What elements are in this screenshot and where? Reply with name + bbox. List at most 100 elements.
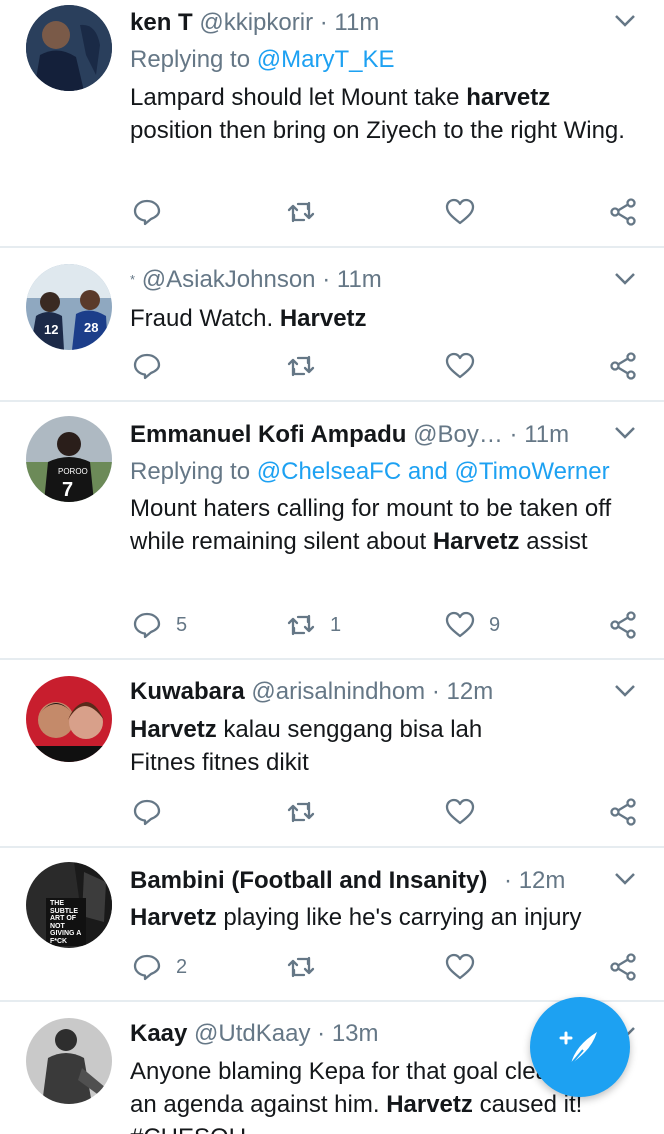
timestamp[interactable]: 12m — [519, 867, 566, 894]
highlighted-term: Harvetz — [279, 305, 367, 332]
user-handle[interactable]: @arisalnindhom — [251, 678, 425, 705]
avatar[interactable]: POROO 7 — [26, 416, 112, 502]
tweet-actions — [130, 351, 638, 381]
tweet-text: Harvetz playing like he's carrying an in… — [130, 901, 634, 934]
tweet-text: Mount haters calling for mount to be tak… — [130, 492, 634, 558]
tweet[interactable]: Kuwabara @arisalnindhom · 12m Harvetz ka… — [0, 660, 664, 848]
avatar[interactable] — [26, 1018, 112, 1104]
share-button[interactable] — [608, 952, 638, 982]
tweet-actions — [130, 197, 638, 227]
tweet-header: Emmanuel Kofi Ampadu @Boy… · 11m — [130, 420, 604, 450]
user-handle[interactable]: @kkipkorir — [199, 9, 313, 36]
timestamp[interactable]: 13m — [332, 1020, 379, 1047]
caret-down-icon[interactable] — [614, 14, 636, 28]
user-handle[interactable]: @UtdKaay — [194, 1020, 310, 1047]
separator-dot: · — [504, 867, 513, 894]
like-icon — [445, 198, 475, 225]
share-button[interactable] — [608, 797, 638, 827]
like-icon — [445, 798, 475, 825]
retweet-icon — [287, 614, 315, 636]
reply-button[interactable] — [132, 351, 176, 381]
display-name[interactable]: Kaay — [130, 1020, 187, 1047]
reply-icon — [133, 199, 161, 226]
retweet-button[interactable] — [286, 351, 330, 381]
retweet-button[interactable] — [286, 197, 330, 227]
retweet-button[interactable]: 1 — [286, 610, 341, 640]
share-button[interactable] — [608, 351, 638, 381]
reply-button[interactable]: 5 — [132, 610, 187, 640]
display-name[interactable]: Bambini (Football and Insanity) — [130, 867, 487, 894]
retweet-icon — [287, 201, 315, 223]
avatar[interactable]: THE SUBTLE ART OF NOT GIVING A F*CK — [26, 862, 112, 948]
reply-button[interactable]: 2 — [132, 952, 187, 982]
tweet-text-part: position then bring on Ziyech to the rig… — [130, 117, 625, 144]
tweet-text: Fraud Watch. Harvetz — [130, 302, 634, 335]
display-name[interactable]: * — [130, 272, 135, 287]
caret-down-icon[interactable] — [614, 872, 636, 886]
retweet-button[interactable] — [286, 797, 330, 827]
avatar[interactable] — [26, 676, 112, 762]
jersey-number: 12 — [44, 322, 58, 337]
reply-count: 5 — [176, 613, 188, 636]
tweet-text-part: Fraud Watch. — [130, 305, 280, 332]
timestamp[interactable]: 12m — [447, 678, 494, 705]
tweet[interactable]: THE SUBTLE ART OF NOT GIVING A F*CK Bamb… — [0, 848, 664, 1002]
avatar[interactable]: 12 28 — [26, 264, 112, 350]
timestamp[interactable]: 11m — [337, 266, 382, 293]
retweet-icon — [287, 355, 315, 377]
like-button[interactable] — [445, 351, 489, 381]
like-button[interactable] — [445, 197, 489, 227]
reply-icon — [133, 954, 161, 981]
retweet-button[interactable] — [286, 952, 330, 982]
like-button[interactable]: 9 — [445, 610, 500, 640]
avatar[interactable] — [26, 5, 112, 91]
highlighted-term: Harvetz — [432, 528, 520, 555]
like-button[interactable] — [445, 797, 489, 827]
highlighted-term: Harvetz — [130, 716, 217, 743]
user-handle[interactable]: @Boy… — [413, 421, 503, 448]
highlighted-term: Harvetz — [386, 1091, 473, 1118]
tweet[interactable]: POROO 7 Emmanuel Kofi Ampadu @Boy… · 11m… — [0, 402, 664, 660]
like-icon — [445, 953, 475, 980]
share-icon — [610, 611, 636, 639]
caret-down-icon[interactable] — [614, 272, 636, 286]
reply-mentions[interactable]: @MaryT_KE — [257, 46, 395, 73]
caret-down-icon[interactable] — [614, 684, 636, 698]
like-button[interactable] — [445, 952, 489, 982]
tweet[interactable]: ken T @kkipkorir · 11m Replying to @Mary… — [0, 0, 664, 248]
tweet-actions — [130, 797, 638, 827]
reply-count: 2 — [176, 955, 188, 978]
separator-dot: · — [431, 678, 440, 705]
tweet-text-part: assist — [519, 528, 588, 555]
reply-mentions[interactable]: @ChelseaFC and @TimoWerner — [257, 458, 610, 485]
like-icon — [445, 352, 475, 379]
replying-to: Replying to @ChelseaFC and @TimoWerner — [130, 457, 610, 487]
highlighted-term: Harvetz — [130, 904, 217, 931]
compose-tweet-button[interactable] — [530, 997, 630, 1097]
share-icon — [610, 953, 636, 981]
reply-icon — [133, 799, 161, 826]
caret-down-icon[interactable] — [614, 426, 636, 440]
display-name[interactable]: Emmanuel Kofi Ampadu — [130, 421, 406, 448]
display-name[interactable]: ken T — [130, 9, 193, 36]
tweet-text: Harvetz kalau senggang bisa lah Fitnes f… — [130, 713, 514, 779]
tweet[interactable]: 12 28 * @AsiakJohnson · 11m Fraud Watch.… — [0, 248, 664, 402]
reply-icon — [133, 612, 161, 639]
reply-button[interactable] — [132, 197, 176, 227]
separator-dot: · — [317, 1020, 326, 1047]
timestamp[interactable]: 11m — [334, 9, 379, 36]
tweet-actions: 2 — [130, 952, 638, 982]
share-button[interactable] — [608, 610, 638, 640]
separator-dot: · — [322, 266, 331, 293]
user-handle[interactable]: @AsiakJohnson — [142, 266, 316, 293]
jersey-name: POROO — [58, 467, 88, 476]
separator-dot: · — [319, 9, 328, 36]
share-button[interactable] — [608, 197, 638, 227]
display-name[interactable]: Kuwabara — [130, 678, 245, 705]
replying-to-label: Replying to — [130, 458, 251, 485]
jersey-number: 28 — [84, 320, 98, 335]
reply-icon — [133, 353, 161, 380]
like-count: 9 — [489, 613, 501, 636]
timestamp[interactable]: 11m — [524, 421, 569, 448]
reply-button[interactable] — [132, 797, 176, 827]
